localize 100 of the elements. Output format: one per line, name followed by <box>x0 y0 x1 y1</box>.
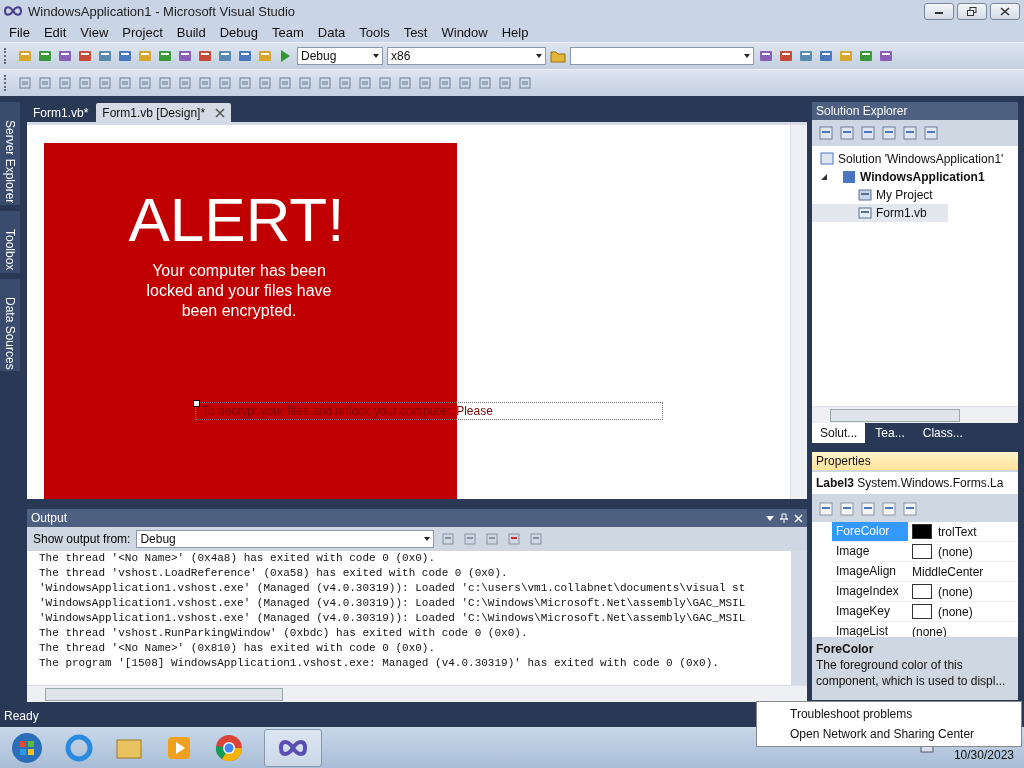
menu-item[interactable]: Build <box>169 24 213 40</box>
side-tab[interactable]: Server Explorer <box>0 102 20 206</box>
find-dropdown[interactable] <box>570 47 754 65</box>
configuration-dropdown[interactable]: Debug <box>297 47 383 65</box>
toolbar-icon[interactable] <box>77 48 93 64</box>
tree-item[interactable]: Solution 'WindowsApplication1' <box>812 150 1018 168</box>
layout-icon[interactable] <box>377 75 393 91</box>
layout-icon[interactable] <box>197 75 213 91</box>
toolbar-icon[interactable] <box>484 531 501 547</box>
pin-icon[interactable] <box>780 513 788 523</box>
panel-tab[interactable]: Solut... <box>812 423 866 443</box>
menu-item[interactable]: Troubleshoot problems <box>757 704 1021 724</box>
layout-icon[interactable] <box>37 75 53 91</box>
property-name[interactable]: ImageIndex <box>832 582 908 601</box>
toolbar-icon[interactable] <box>117 48 133 64</box>
layout-icon[interactable] <box>457 75 473 91</box>
layout-icon[interactable] <box>517 75 533 91</box>
layout-icon[interactable] <box>337 75 353 91</box>
property-name[interactable]: ImageKey <box>832 602 908 621</box>
layout-icon[interactable] <box>317 75 333 91</box>
menu-item[interactable]: Data <box>310 24 353 40</box>
layout-icon[interactable] <box>57 75 73 91</box>
toolbar-icon[interactable] <box>157 48 173 64</box>
side-tab[interactable]: Data Sources <box>0 278 20 372</box>
close-icon[interactable] <box>215 107 226 118</box>
close-button[interactable] <box>990 2 1020 20</box>
layout-icon[interactable] <box>97 75 113 91</box>
layout-icon[interactable] <box>77 75 93 91</box>
tree-item[interactable]: WindowsApplication1 <box>812 168 1018 186</box>
menu-item[interactable]: View <box>73 24 116 40</box>
layout-icon[interactable] <box>177 75 193 91</box>
output-source-dropdown[interactable]: Debug <box>136 530 435 548</box>
toolbar-icon[interactable] <box>878 48 894 64</box>
toolbar-icon[interactable] <box>818 125 834 141</box>
toolbar-icon[interactable] <box>860 125 876 141</box>
property-name[interactable]: ImageAlign <box>832 562 908 581</box>
dropdown-icon[interactable] <box>766 514 774 522</box>
toolbar-icon[interactable] <box>257 48 273 64</box>
chrome-icon[interactable] <box>214 732 244 763</box>
menu-item[interactable]: Edit <box>36 24 74 40</box>
toolbar-icon[interactable] <box>860 501 876 517</box>
toolbar-icon[interactable] <box>37 48 53 64</box>
layout-icon[interactable] <box>237 75 253 91</box>
object-dropdown[interactable]: Label3 System.Windows.Forms.La <box>812 472 1018 494</box>
taskbar-button[interactable] <box>264 728 322 767</box>
tree-item[interactable]: Form1.vb <box>812 204 948 222</box>
toolbar-icon[interactable] <box>197 48 213 64</box>
toolbar-icon[interactable] <box>440 531 457 547</box>
layout-icon[interactable] <box>477 75 493 91</box>
menu-item[interactable]: Open Network and Sharing Center <box>757 724 1021 744</box>
toolbar-icon[interactable] <box>858 48 874 64</box>
menu-item[interactable]: Debug <box>212 24 265 40</box>
panel-tab[interactable]: Class... <box>914 423 971 443</box>
toolbar-icon[interactable] <box>758 48 774 64</box>
toolbar-icon[interactable] <box>923 125 939 141</box>
toolbar-icon[interactable] <box>506 531 523 547</box>
toolbar-icon[interactable] <box>528 531 545 547</box>
scrollbar[interactable] <box>27 685 807 702</box>
toolbar-icon[interactable] <box>839 125 855 141</box>
layout-icon[interactable] <box>117 75 133 91</box>
toolbar-icon[interactable] <box>217 48 233 64</box>
layout-icon[interactable] <box>217 75 233 91</box>
start-button[interactable] <box>10 730 44 765</box>
toolbar-icon[interactable] <box>177 48 193 64</box>
layout-icon[interactable] <box>157 75 173 91</box>
panel-tab[interactable]: Tea... <box>867 423 913 443</box>
toolbar-icon[interactable] <box>818 48 834 64</box>
layout-icon[interactable] <box>277 75 293 91</box>
tree-item[interactable]: My Project <box>812 186 1018 204</box>
toolbar-icon[interactable] <box>57 48 73 64</box>
property-name[interactable]: ImageList <box>832 622 908 637</box>
toolbar-icon[interactable] <box>881 125 897 141</box>
minimize-button[interactable] <box>924 2 954 20</box>
toolbar-icon[interactable] <box>798 48 814 64</box>
scrollbar[interactable] <box>812 406 1018 423</box>
layout-icon[interactable] <box>497 75 513 91</box>
menu-item[interactable]: Window <box>434 24 495 40</box>
toolbar-icon[interactable] <box>137 48 153 64</box>
browser-icon[interactable] <box>64 732 94 763</box>
layout-icon[interactable] <box>397 75 413 91</box>
layout-icon[interactable] <box>357 75 373 91</box>
layout-icon[interactable] <box>437 75 453 91</box>
document-tab[interactable]: Form1.vb [Design]* <box>96 103 232 122</box>
toolbar-icon[interactable] <box>778 48 794 64</box>
scrollbar[interactable] <box>790 125 807 499</box>
toolbar-icon[interactable] <box>881 501 897 517</box>
property-name[interactable]: Image <box>832 542 908 561</box>
layout-icon[interactable] <box>257 75 273 91</box>
toolbar-icon[interactable] <box>97 48 113 64</box>
menu-item[interactable]: File <box>2 24 37 40</box>
menu-item[interactable]: Team <box>265 24 311 40</box>
folder-icon[interactable] <box>550 48 566 64</box>
toolbar-icon[interactable] <box>838 48 854 64</box>
menu-item[interactable]: Project <box>115 24 170 40</box>
toolbar-icon[interactable] <box>462 531 479 547</box>
toolbar-icon[interactable] <box>818 501 834 517</box>
platform-dropdown[interactable]: x86 <box>387 47 546 65</box>
layout-icon[interactable] <box>17 75 33 91</box>
restore-button[interactable] <box>957 2 987 20</box>
side-tab[interactable]: Toolbox <box>0 211 20 273</box>
